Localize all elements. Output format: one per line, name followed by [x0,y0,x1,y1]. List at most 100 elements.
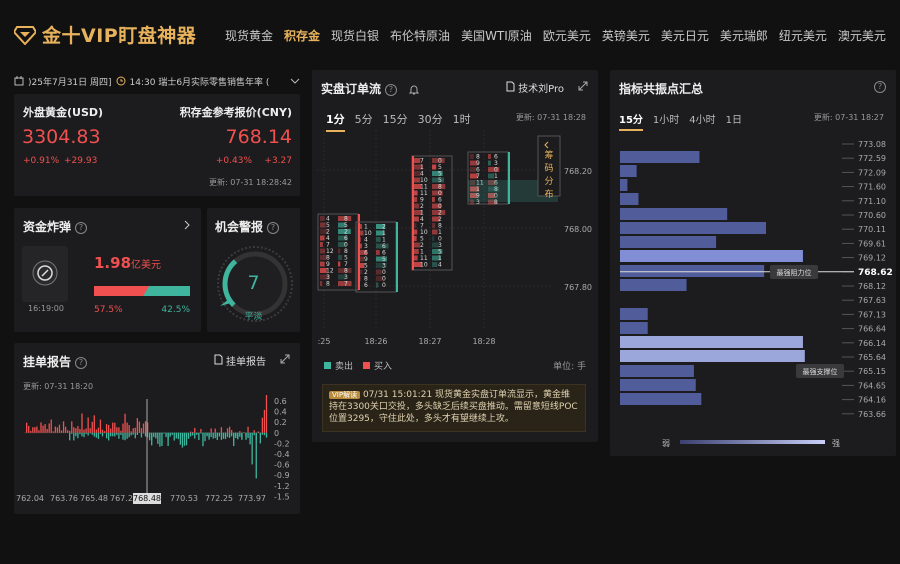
side-label: 分 [544,176,553,187]
order-bar [169,432,171,437]
order-bar [122,423,124,433]
order-bar [77,432,79,439]
nav-tab[interactable]: 纽元美元 [779,27,827,44]
indicator-bar [620,179,628,191]
order-bar [200,428,202,433]
order-bar [126,422,128,433]
flow-tab[interactable]: 5分 [355,111,373,132]
indicator-updated: 更新: 07-31 18:27 [813,113,884,122]
support-label: 最强支撑位 [803,367,838,376]
price-level: 768.12 [858,282,886,291]
flow-number: 7 [344,281,348,288]
quote-panel: 外盘黄金(USD) 积存金参考报价(CNY) 3304.83 768.14 +0… [14,94,300,196]
flow-cell [414,236,417,241]
price-level: 769.12 [858,254,886,263]
nav-tab[interactable]: 美国WTI原油 [461,27,532,44]
expand-icon[interactable] [578,81,588,91]
order-bar [198,432,200,434]
flow-cell [358,243,362,249]
nav-tab[interactable]: 美元日元 [661,27,709,44]
order-bar [159,432,161,447]
left-change: +29.93 [64,156,98,166]
order-bar [40,422,42,433]
news-ticker[interactable]: )25年7月31日 周四] 14:30 瑞士6月实际零售销售年率 ( [14,70,300,92]
order-bar [231,430,233,433]
flow-cell [358,230,364,236]
indicator-bar [620,193,639,205]
order-bar [101,429,104,433]
order-bar [173,432,175,434]
order-report-link[interactable]: 挂单报告 [214,353,266,368]
fund-ratio-bar [94,286,190,296]
indicator-tab[interactable]: 15分 [619,111,643,131]
order-bar [192,431,194,433]
help-icon[interactable]: ? [75,221,88,234]
order-bar [263,409,266,433]
indicator-tab[interactable]: 1日 [726,111,742,131]
help-icon[interactable]: ? [75,356,88,369]
nav-tab[interactable]: 积存金 [284,27,320,44]
y-tick: 0 [274,429,279,438]
nav-tab[interactable]: 现货白银 [331,27,379,44]
order-bar [171,432,173,436]
nav-tab[interactable]: 美元瑞郎 [720,27,768,44]
help-icon[interactable]: ? [267,221,280,234]
order-bar [187,432,190,439]
order-bar [26,422,28,433]
nav-tab[interactable]: 欧元美元 [543,27,591,44]
order-bar [81,432,83,437]
flow-cell [320,261,325,267]
expand-icon[interactable] [280,354,290,364]
flow-number: 8 [326,281,330,288]
order-bar [198,432,200,441]
order-bar [91,421,93,433]
order-bar [231,432,233,437]
fund-icon-box [22,246,68,302]
indicator-tab[interactable]: 1小时 [653,111,679,131]
flow-tab[interactable]: 1分 [326,111,345,132]
order-bar [36,426,38,433]
order-bar [202,432,204,435]
flow-link[interactable]: 技术刘Pro [506,80,564,95]
order-bar [83,432,85,438]
nav-tab[interactable]: 澳元美元 [838,27,886,44]
help-icon[interactable]: ? [874,81,886,93]
order-bar [38,430,40,433]
order-bar [56,427,59,433]
flow-cell [488,160,491,166]
help-icon[interactable]: ? [385,83,398,96]
order-bar [112,422,114,433]
order-bar [222,432,225,437]
order-bar [161,432,163,447]
flow-tab[interactable]: 1时 [453,111,471,132]
nav-tab[interactable]: 现货黄金 [225,27,273,44]
order-bar [200,432,202,434]
order-bar [253,430,255,433]
chevron-right-icon[interactable] [183,220,191,230]
document-icon [214,354,223,365]
order-bar [97,432,100,439]
chevron-down-icon[interactable] [290,77,300,85]
flow-tab[interactable]: 30分 [418,111,443,132]
order-bar [265,432,268,438]
order-bar [77,426,79,433]
flow-number: 0 [382,282,386,289]
flow-unit: 单位: 手 [553,362,586,372]
order-bar [128,432,130,438]
bell-icon[interactable] [408,84,420,95]
order-bar [245,432,247,437]
right-title: 积存金参考报价(CNY) [179,106,292,119]
document-icon [506,81,515,92]
flow-tab[interactable]: 15分 [383,111,408,132]
nav-tab[interactable]: 布伦特原油 [390,27,450,44]
order-bar [194,427,196,433]
order-bar [64,426,67,433]
nav-tab[interactable]: 英镑美元 [602,27,650,44]
order-bar [212,432,214,434]
order-bar [103,431,106,433]
price-level: 770.11 [858,225,886,234]
order-bar [253,432,255,436]
indicator-tab[interactable]: 4小时 [689,111,715,131]
order-report-panel: 挂单报告? 挂单报告 更新: 07-31 18:20 0.6 0.4 0.2 0 -0.… [14,343,300,514]
order-bar [58,424,61,433]
